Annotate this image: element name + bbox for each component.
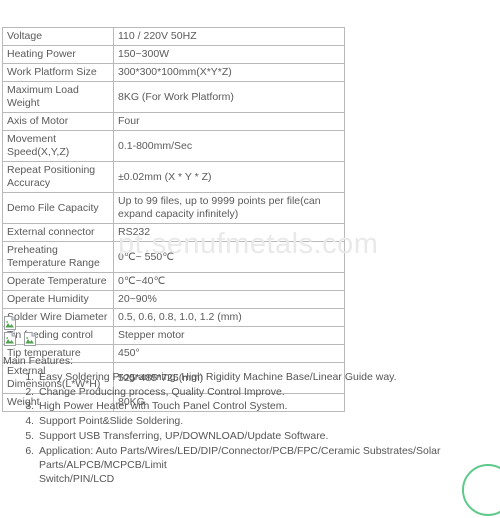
feature-text: Application: Auto Parts/Wires/LED/DIP/Co…: [39, 444, 441, 471]
spec-key-cell: Demo File Capacity: [2, 192, 114, 224]
table-row: External connector RS232: [2, 223, 345, 242]
spec-value-cell: 0.1-800mm/Sec: [113, 130, 345, 162]
spec-value-cell: ±0.02mm (X * Y * Z): [113, 161, 345, 193]
table-row: Repeat Positioning Accuracy ±0.02mm (X * …: [2, 161, 345, 193]
table-row: Solder Wire Diameter 0.5, 0.6, 0.8, 1.0, …: [2, 308, 345, 327]
feature-text: Change Producing process, Quality Contro…: [39, 385, 285, 398]
broken-image-row: [3, 332, 39, 348]
spec-value-cell: 8KG (For Work Platform): [113, 81, 345, 113]
table-row: Operate Humidity 20~90%: [2, 290, 345, 309]
spec-value-cell: Stepper motor: [113, 326, 345, 345]
broken-image-icon[interactable]: [23, 332, 37, 346]
table-row: Tin feeding control Stepper motor: [2, 326, 345, 345]
spec-value-cell: Up to 99 files, up to 9999 points per fi…: [113, 192, 345, 224]
spec-key-cell: Heating Power: [2, 45, 114, 64]
feature-text: Easy Soldering Programming: High Rigidit…: [39, 371, 397, 383]
list-item: Change Producing process, Quality Contro…: [37, 385, 497, 399]
spec-key-cell: Preheating Temperature Range: [2, 241, 114, 273]
list-item: Easy Soldering Programming: High Rigidit…: [37, 370, 497, 384]
spec-key-cell: Operate Humidity: [2, 290, 114, 309]
table-row: Work Platform Size 300*300*100mm(X*Y*Z): [2, 63, 345, 82]
table-row: Demo File Capacity Up to 99 files, up to …: [2, 192, 345, 224]
list-item: Support Point&Slide Soldering.: [37, 414, 497, 428]
spec-key-cell: Operate Temperature: [2, 272, 114, 291]
feature-text-continuation: Switch/PIN/LCD: [39, 472, 115, 485]
spec-key-cell: Voltage: [2, 27, 114, 46]
table-row: Operate Temperature 0℃~40℃: [2, 272, 345, 291]
table-row: Heating Power 150~300W: [2, 45, 345, 64]
table-row: Movement Speed(X,Y,Z) 0.1-800mm/Sec: [2, 130, 345, 162]
broken-image-row: [3, 316, 39, 332]
spec-key-cell: Repeat Positioning Accuracy: [2, 161, 114, 193]
feature-text: Support Point&Slide Soldering.: [39, 415, 184, 428]
feature-text: High Power Heater with Touch Panel Contr…: [39, 400, 288, 413]
spec-value-cell: 0.5, 0.6, 0.8, 1.0, 1.2 (mm): [113, 308, 345, 327]
spec-value-cell: 300*300*100mm(X*Y*Z): [113, 63, 345, 82]
spec-value-cell: 110 / 220V 50HZ: [113, 27, 345, 46]
spec-key-cell: Axis of Motor: [2, 112, 114, 131]
broken-image-icon[interactable]: [3, 316, 17, 330]
list-item: High Power Heater with Touch Panel Contr…: [37, 399, 497, 413]
spec-key-cell: Work Platform Size: [2, 63, 114, 82]
table-row: Preheating Temperature Range 0℃~ 550℃: [2, 241, 345, 273]
spec-value-cell: 0℃~ 550℃: [113, 241, 345, 273]
spec-key-cell: Maximum Load Weight: [2, 81, 114, 113]
spec-value-cell: RS232: [113, 223, 345, 242]
list-item: Support USB Transferring, UP/DOWNLOAD/Up…: [37, 429, 497, 443]
spec-value-cell: 150~300W: [113, 45, 345, 64]
table-row: Voltage 110 / 220V 50HZ: [2, 27, 345, 46]
spec-value-cell: 20~90%: [113, 290, 345, 309]
spec-key-cell: External connector: [2, 223, 114, 242]
main-features-section: Main Features: Easy Soldering Programmin…: [3, 354, 497, 487]
broken-image-icon[interactable]: [3, 332, 17, 346]
table-row: Axis of Motor Four: [2, 112, 345, 131]
spec-key-cell: Movement Speed(X,Y,Z): [2, 130, 114, 162]
broken-image-group: [3, 316, 39, 348]
spec-value-cell: Four: [113, 112, 345, 131]
main-features-title: Main Features:: [3, 355, 74, 367]
list-item: Application: Auto Parts/Wires/LED/DIP/Co…: [37, 444, 497, 487]
spec-value-cell: 0℃~40℃: [113, 272, 345, 291]
feature-text: Support USB Transferring, UP/DOWNLOAD/Up…: [39, 429, 329, 442]
table-row: Maximum Load Weight 8KG (For Work Platfor…: [2, 81, 345, 113]
main-features-list: Easy Soldering Programming: High Rigidit…: [3, 370, 497, 486]
